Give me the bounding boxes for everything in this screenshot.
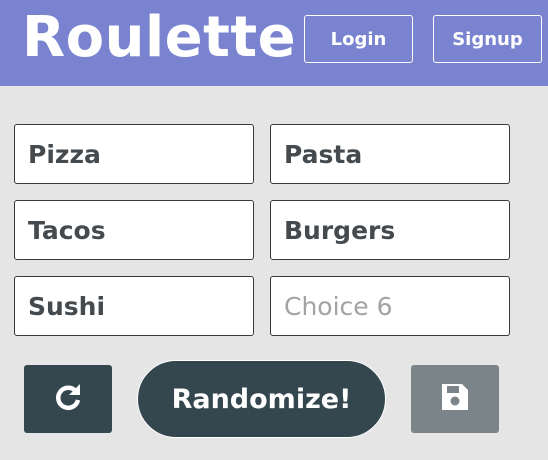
- choice-input-1[interactable]: [14, 124, 254, 184]
- save-button[interactable]: [411, 365, 499, 433]
- choice-input-5[interactable]: [14, 276, 254, 336]
- login-button[interactable]: Login: [304, 15, 413, 63]
- app-header: Roulette Login Signup: [0, 0, 548, 86]
- choice-input-2[interactable]: [270, 124, 510, 184]
- randomize-button[interactable]: Randomize!: [137, 360, 386, 438]
- signup-button[interactable]: Signup: [433, 15, 542, 63]
- refresh-icon: [51, 380, 85, 418]
- reset-button[interactable]: [24, 365, 112, 433]
- choice-input-6[interactable]: [270, 276, 510, 336]
- save-icon: [440, 382, 470, 416]
- choice-input-3[interactable]: [14, 200, 254, 260]
- app-title: Roulette: [22, 5, 297, 70]
- choice-input-4[interactable]: [270, 200, 510, 260]
